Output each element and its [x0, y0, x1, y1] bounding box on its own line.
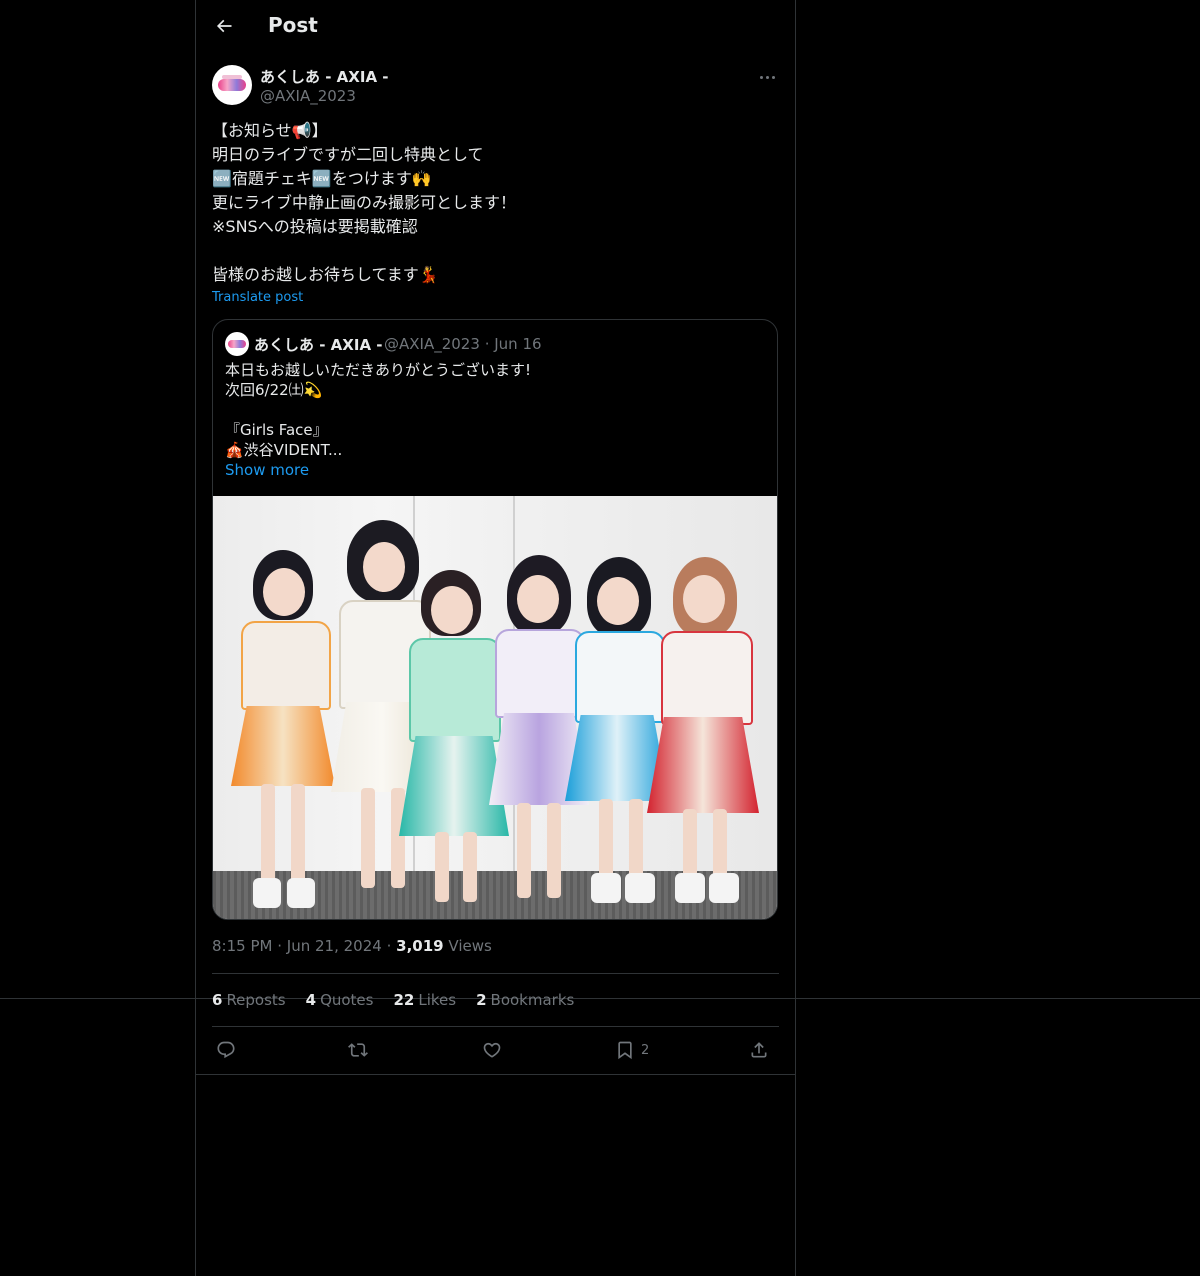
translate-post-link[interactable]: Translate post	[212, 290, 303, 305]
bookmarks-stat[interactable]: 2 Bookmarks	[476, 991, 574, 1009]
bookmark-icon	[618, 1041, 632, 1060]
timestamp-separator: ·	[277, 937, 283, 955]
quoted-handle: @AXIA_2023	[384, 335, 480, 353]
post-text-line: ※SNSへの投稿は要掲載確認	[212, 217, 418, 236]
engagement-stats: 6 Reposts 4 Quotes 22 Likes 2 Bookmarks	[212, 991, 574, 1009]
stat-count: 22	[393, 991, 415, 1009]
timestamp-separator: ·	[386, 937, 392, 955]
back-button[interactable]	[212, 14, 236, 38]
stat-label: Reposts	[226, 991, 286, 1009]
bookmark-button[interactable]: 2	[615, 1038, 649, 1062]
quoted-group: - AXIA -	[314, 336, 383, 354]
quoted-photo[interactable]	[213, 496, 777, 919]
back-arrow-icon	[216, 19, 232, 33]
quoted-avatar	[225, 332, 249, 356]
quoted-meta: @AXIA_2023 · Jun 16	[384, 335, 542, 353]
quotes-stat[interactable]: 4 Quotes	[306, 991, 374, 1009]
author-handle[interactable]: @AXIA_2023	[260, 87, 356, 105]
stat-label: Bookmarks	[490, 991, 575, 1009]
action-bar: 2	[212, 1038, 779, 1062]
author-display-name: あくしあ	[260, 68, 321, 86]
post-date[interactable]: Jun 21, 2024	[287, 937, 382, 955]
quoted-text-line: 次回6/22㈯💫	[225, 381, 323, 399]
views-label: Views	[448, 937, 492, 955]
likes-stat[interactable]: 22 Likes	[393, 991, 456, 1009]
post-text-line: 更にライブ中静止画のみ撮影可とします！	[212, 193, 517, 212]
reply-icon	[217, 1041, 235, 1059]
reply-button[interactable]	[216, 1038, 236, 1062]
reposts-stat[interactable]: 6 Reposts	[212, 991, 286, 1009]
post-text-line: 🆕宿題チェキ🆕をつけます🙌	[212, 169, 432, 188]
stat-count: 4	[305, 991, 317, 1009]
quoted-date: Jun 16	[494, 335, 542, 353]
post-text-line	[212, 239, 779, 263]
author-name[interactable]: あくしあ - AXIA -	[260, 66, 389, 87]
like-button[interactable]	[482, 1038, 502, 1062]
stat-count: 6	[212, 991, 223, 1009]
quoted-text-line	[225, 400, 765, 420]
repost-button[interactable]	[348, 1038, 368, 1062]
divider	[212, 973, 779, 974]
divider	[212, 1026, 779, 1027]
quoted-author-name: あくしあ - AXIA -	[254, 334, 383, 355]
post-author: あくしあ - AXIA - @AXIA_2023	[212, 64, 779, 108]
post-text-line: 明日のライブですが二回し特典として	[212, 145, 484, 164]
post-text-line: 【お知らせ📢】	[212, 121, 328, 140]
post-text-line: 皆様のお越しお待ちしてます💃	[212, 265, 439, 284]
avatar[interactable]	[212, 65, 252, 105]
repost-icon	[348, 1043, 368, 1057]
stat-label: Quotes	[320, 991, 374, 1009]
quoted-text-line: 🎪渋谷VIDENT...	[225, 441, 343, 459]
quoted-text: 本日もお越しいただきありがとうございます! 次回6/22㈯💫 『Girls Fa…	[225, 360, 765, 460]
more-options-icon[interactable]	[755, 68, 779, 86]
quoted-text-line: 『Girls Face』	[225, 421, 328, 439]
stat-label: Likes	[418, 991, 457, 1009]
bookmark-count: 2	[641, 1042, 650, 1058]
quoted-separator: ·	[484, 335, 490, 353]
primary-column: Post あくしあ - AXIA - @AXIA_2023 【お知らせ📢】 明日…	[195, 0, 796, 1276]
post-header: Post	[196, 0, 795, 53]
post-timestamp: 8:15 PM · Jun 21, 2024 · 3,019 Views	[212, 937, 492, 955]
page-title: Post	[268, 13, 318, 37]
quoted-post[interactable]: あくしあ - AXIA - @AXIA_2023 · Jun 16 本日もお越し…	[212, 319, 778, 920]
quoted-display-name: あくしあ	[254, 336, 315, 354]
share-icon	[751, 1042, 767, 1058]
stat-count: 2	[476, 991, 487, 1009]
share-button[interactable]	[749, 1038, 769, 1062]
quoted-text-line: 本日もお越しいただきありがとうございます!	[225, 361, 532, 379]
post-text: 【お知らせ📢】 明日のライブですが二回し特典として 🆕宿題チェキ🆕をつけます🙌 …	[212, 119, 779, 287]
like-icon	[483, 1042, 501, 1058]
post-time[interactable]: 8:15 PM	[212, 937, 272, 955]
author-group: - AXIA -	[320, 68, 389, 86]
divider	[196, 1074, 795, 1075]
views-count: 3,019	[396, 937, 444, 955]
show-more-link[interactable]: Show more	[225, 461, 309, 479]
